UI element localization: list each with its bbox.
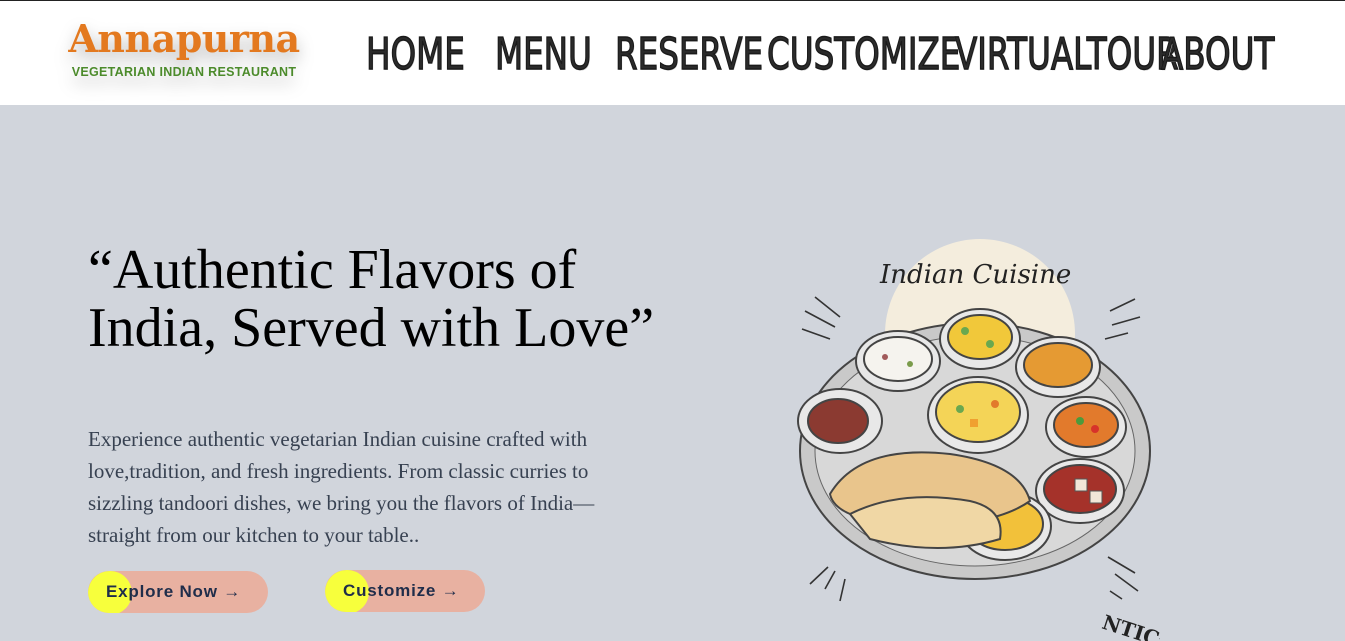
illustration-caption: Indian Cuisine bbox=[879, 260, 1071, 290]
brand-name: Annapurna bbox=[68, 16, 300, 61]
hero-title: “Authentic Flavors of India, Served with… bbox=[88, 239, 655, 359]
nav-home[interactable]: HOME bbox=[365, 27, 465, 87]
nav-virtualtour[interactable]: VIRTUALTOUR bbox=[954, 27, 1179, 87]
nav-reserve[interactable]: RESERVE bbox=[614, 27, 763, 87]
stamp-text: NTIC* IN bbox=[1099, 610, 1160, 641]
site-header: Annapurna VEGETARIAN INDIAN RESTAURANT H… bbox=[0, 1, 1345, 105]
nav-customize[interactable]: CUSTOMIZE bbox=[766, 27, 960, 87]
explore-now-label: Explore Now → bbox=[106, 582, 242, 601]
hero-description: Experience authentic vegetarian Indian c… bbox=[88, 427, 595, 547]
naan-bread-2 bbox=[848, 496, 1002, 549]
nav-menu[interactable]: MENU bbox=[494, 27, 592, 87]
nav-about[interactable]: ABOUT bbox=[1160, 27, 1274, 87]
thali-plate-illustration: Indian Cuisine NTIC* bbox=[797, 239, 1160, 641]
brand-tagline: VEGETARIAN INDIAN RESTAURANT bbox=[71, 65, 297, 79]
customize-label: Customize → bbox=[343, 581, 460, 600]
brand-logo[interactable]: Annapurna VEGETARIAN INDIAN RESTAURANT bbox=[66, 17, 302, 89]
explore-now-button[interactable]: Explore Now → bbox=[88, 571, 268, 613]
customize-button[interactable]: Customize → bbox=[325, 570, 485, 612]
main-nav: HOME MENU RESERVE CUSTOMIZE VIRTUALTOUR … bbox=[365, 27, 1274, 87]
